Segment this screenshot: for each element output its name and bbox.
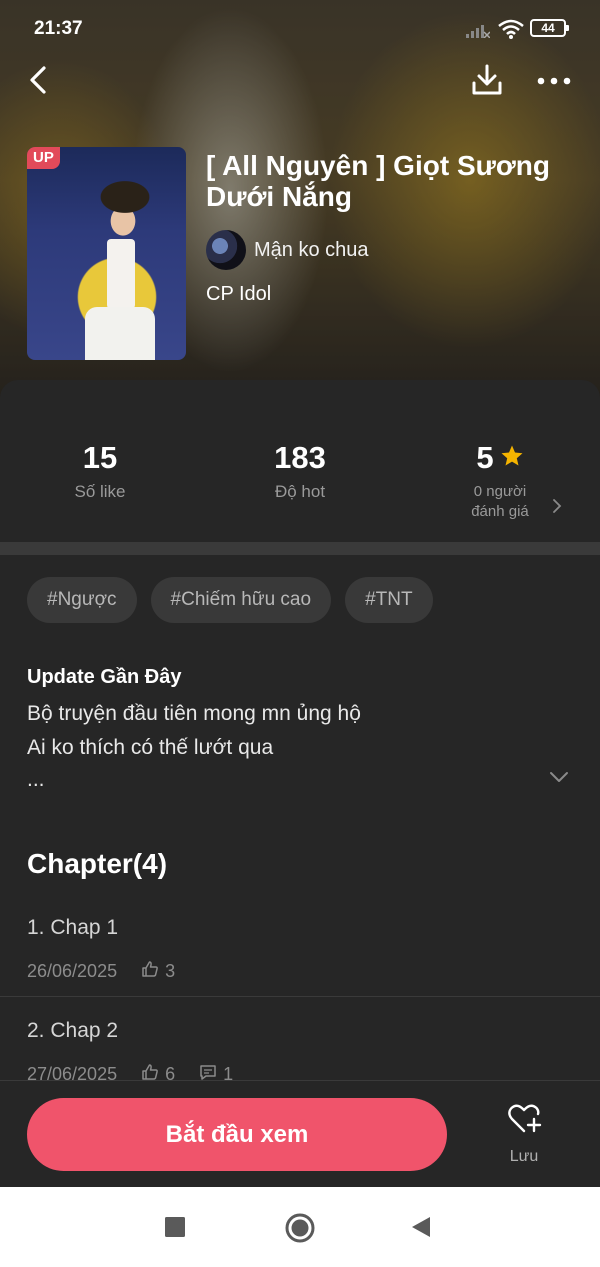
chapter-item[interactable]: 1. Chap 1 26/06/2025 3 xyxy=(0,916,600,1019)
chapter-title: 2. Chap 2 xyxy=(27,1019,119,1042)
tag-chip[interactable]: #Chiếm hữu cao xyxy=(150,577,332,623)
hot-count: 183 xyxy=(274,440,326,475)
more-icon xyxy=(536,73,572,91)
story-cover-image xyxy=(27,147,186,360)
author-name: Mận ko chua xyxy=(254,238,369,261)
likes-label: Số like xyxy=(74,482,126,501)
square-icon[interactable] xyxy=(165,1217,185,1242)
section-divider xyxy=(0,542,600,555)
back-button[interactable] xyxy=(22,62,54,102)
download-icon xyxy=(470,63,504,102)
tag-list: #Ngược #Chiếm hữu cao #TNT xyxy=(27,577,433,623)
update-badge: UP xyxy=(27,147,60,169)
update-text-line: ... xyxy=(27,768,45,791)
bottom-action-bar: Bắt đầu xem Lưu xyxy=(0,1080,600,1187)
status-time: 21:37 xyxy=(34,18,83,39)
heart-plus-icon xyxy=(506,1103,542,1140)
star-icon xyxy=(500,438,524,478)
rating-label-line1: 0 người xyxy=(473,483,527,500)
download-button[interactable] xyxy=(468,62,506,102)
system-navigation-bar xyxy=(0,1187,600,1267)
circle-home-icon[interactable] xyxy=(285,1213,315,1248)
chapter-divider xyxy=(0,996,600,997)
chapter-likes: 3 xyxy=(165,961,176,981)
tag-chip[interactable]: #Ngược xyxy=(27,577,137,623)
hot-label: Độ hot xyxy=(274,482,326,501)
chapter-comments: 1 xyxy=(223,1064,234,1080)
story-title: [ All Nguyên ] Giọt Sương Dưới Nắng xyxy=(206,150,551,212)
thumbs-up-icon xyxy=(141,960,159,983)
stat-hot: 183 Độ hot xyxy=(200,438,400,502)
stats-row: 15 Số like 183 Độ hot 5 0 người đánh giá xyxy=(0,420,600,530)
chapter-meta: 27/06/2025 6 1 xyxy=(27,1063,233,1080)
likes-count: 15 xyxy=(82,440,118,475)
comment-icon xyxy=(199,1063,217,1080)
stat-rating[interactable]: 5 0 người đánh giá xyxy=(400,438,600,522)
thumbs-up-icon xyxy=(141,1063,159,1080)
rating-label-line2: đánh giá xyxy=(471,503,529,520)
chapter-date: 26/06/2025 xyxy=(27,961,118,981)
story-category: CP Idol xyxy=(206,283,272,305)
chevron-right-icon[interactable] xyxy=(552,498,562,519)
chapter-date: 27/06/2025 xyxy=(27,1064,118,1080)
tag-chip[interactable]: #TNT xyxy=(345,577,433,623)
update-heading: Update Gần Đây xyxy=(27,666,182,688)
start-reading-button[interactable]: Bắt đầu xem xyxy=(27,1098,447,1171)
chapter-likes: 6 xyxy=(165,1064,176,1080)
signal-icon xyxy=(466,22,491,43)
rating-count-label: 0 người đánh giá xyxy=(400,482,600,522)
triangle-back-icon[interactable] xyxy=(411,1216,431,1243)
chapter-title: 1. Chap 1 xyxy=(27,916,119,939)
content-sheet: 15 Số like 183 Độ hot 5 0 người đánh giá… xyxy=(0,380,600,1080)
back-icon xyxy=(28,65,48,100)
update-text-line: Ai ko thích có thế lướt qua xyxy=(27,736,274,759)
author-link[interactable]: Mận ko chua xyxy=(206,230,369,270)
update-text-line: Bộ truyện đầu tiên mong mn ủng hộ xyxy=(27,702,361,725)
chapter-heading: Chapter(4) xyxy=(27,848,168,879)
save-label: Lưu xyxy=(509,1148,539,1165)
battery-indicator: 44 xyxy=(530,19,569,37)
author-avatar xyxy=(206,230,246,270)
chapter-item[interactable]: 2. Chap 2 27/06/2025 6 1 xyxy=(0,1019,600,1080)
more-button[interactable] xyxy=(534,66,574,98)
save-button[interactable]: Lưu xyxy=(492,1103,556,1173)
stat-likes: 15 Số like xyxy=(0,438,200,502)
wifi-icon xyxy=(498,18,524,45)
chapter-meta: 26/06/2025 3 xyxy=(27,960,175,983)
chevron-down-icon[interactable] xyxy=(548,770,570,789)
rating-value: 5 xyxy=(476,440,494,475)
status-bar: 21:37 44 xyxy=(0,0,600,58)
